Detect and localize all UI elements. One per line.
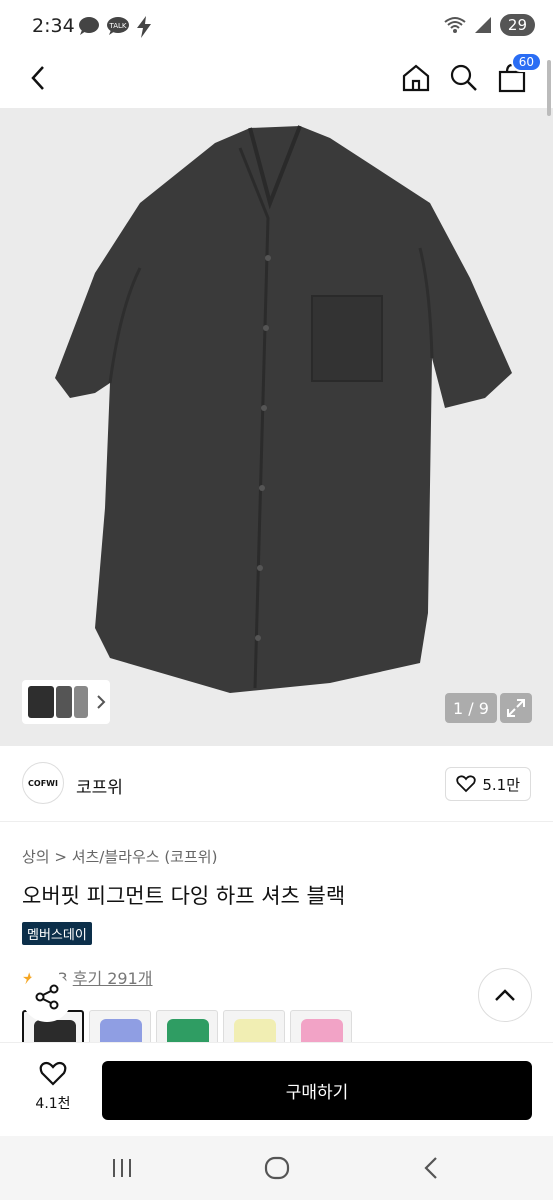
color-swatches bbox=[22, 1010, 362, 1044]
product-title: 오버핏 피그먼트 다잉 하프 셔츠 블랙 bbox=[22, 884, 346, 908]
event-badge: 멤버스데이 bbox=[22, 922, 92, 945]
app-bar: 60 bbox=[0, 52, 553, 108]
expand-icon bbox=[507, 699, 525, 717]
fullscreen-button[interactable] bbox=[500, 693, 532, 723]
review-count-link[interactable]: 후기 291개 bbox=[73, 969, 153, 988]
purchase-bar: 4.1천 구매하기 bbox=[0, 1042, 553, 1136]
category-breadcrumb[interactable]: 상의 > 셔츠/블라우스 (코프위) bbox=[22, 846, 217, 867]
scroll-top-button[interactable] bbox=[478, 968, 532, 1022]
color-swatch[interactable] bbox=[290, 1010, 352, 1044]
signal-icon bbox=[474, 17, 491, 33]
product-image-gallery[interactable]: 1 / 9 bbox=[0, 108, 553, 746]
talk-icon: TALK bbox=[107, 17, 129, 35]
status-notification-icons: TALK bbox=[78, 16, 152, 38]
back-button[interactable] bbox=[18, 58, 58, 98]
wishlist-count: 4.1천 bbox=[35, 1096, 71, 1112]
thumbnail-image[interactable] bbox=[56, 686, 72, 718]
search-button[interactable] bbox=[444, 58, 484, 98]
brand-row: COFWI 코프위 5.1만 bbox=[0, 746, 553, 822]
brand-like-count: 5.1만 bbox=[482, 775, 520, 794]
status-system-icons: 29 bbox=[444, 14, 535, 36]
brand-name[interactable]: 코프위 bbox=[76, 773, 123, 798]
chevron-up-icon bbox=[495, 989, 515, 1001]
home-button[interactable] bbox=[396, 58, 436, 98]
thumbnail-image[interactable] bbox=[28, 686, 54, 718]
home-nav-icon[interactable] bbox=[264, 1156, 290, 1180]
buy-button[interactable]: 구매하기 bbox=[102, 1061, 532, 1120]
chevron-left-icon bbox=[31, 66, 44, 90]
wifi-icon bbox=[444, 17, 466, 33]
cart-count-badge: 60 bbox=[510, 52, 542, 72]
search-icon bbox=[450, 64, 477, 91]
brand-like-button[interactable]: 5.1만 bbox=[445, 767, 531, 801]
status-time: 2:34 bbox=[32, 15, 75, 37]
back-nav-icon[interactable] bbox=[422, 1156, 440, 1180]
image-counter: 1 / 9 bbox=[445, 693, 497, 723]
talk-label: TALK bbox=[108, 22, 126, 30]
battery-indicator: 29 bbox=[499, 14, 535, 36]
wishlist-button[interactable]: 4.1천 bbox=[22, 1061, 84, 1113]
heart-icon bbox=[456, 775, 477, 793]
status-bar: 2:34 TALK 29 bbox=[0, 0, 553, 52]
thumbnail-strip[interactable] bbox=[22, 680, 110, 724]
cart-button[interactable]: 60 bbox=[492, 52, 542, 98]
color-swatch[interactable] bbox=[89, 1010, 151, 1044]
brand-logo[interactable]: COFWI bbox=[22, 762, 64, 804]
color-swatch[interactable] bbox=[223, 1010, 285, 1044]
product-shirt-image bbox=[55, 125, 512, 693]
chat-bubble-icon bbox=[79, 17, 99, 35]
system-nav-bar bbox=[0, 1136, 553, 1200]
bolt-icon bbox=[137, 16, 151, 38]
scrollbar[interactable] bbox=[547, 60, 551, 116]
home-icon bbox=[402, 64, 430, 92]
share-button[interactable] bbox=[22, 972, 72, 1022]
thumbnail-image[interactable] bbox=[74, 686, 88, 718]
share-icon bbox=[35, 984, 59, 1010]
recent-apps-icon[interactable] bbox=[110, 1156, 134, 1180]
color-swatch[interactable] bbox=[156, 1010, 218, 1044]
heart-icon bbox=[39, 1061, 67, 1086]
chevron-right-icon bbox=[97, 695, 106, 709]
